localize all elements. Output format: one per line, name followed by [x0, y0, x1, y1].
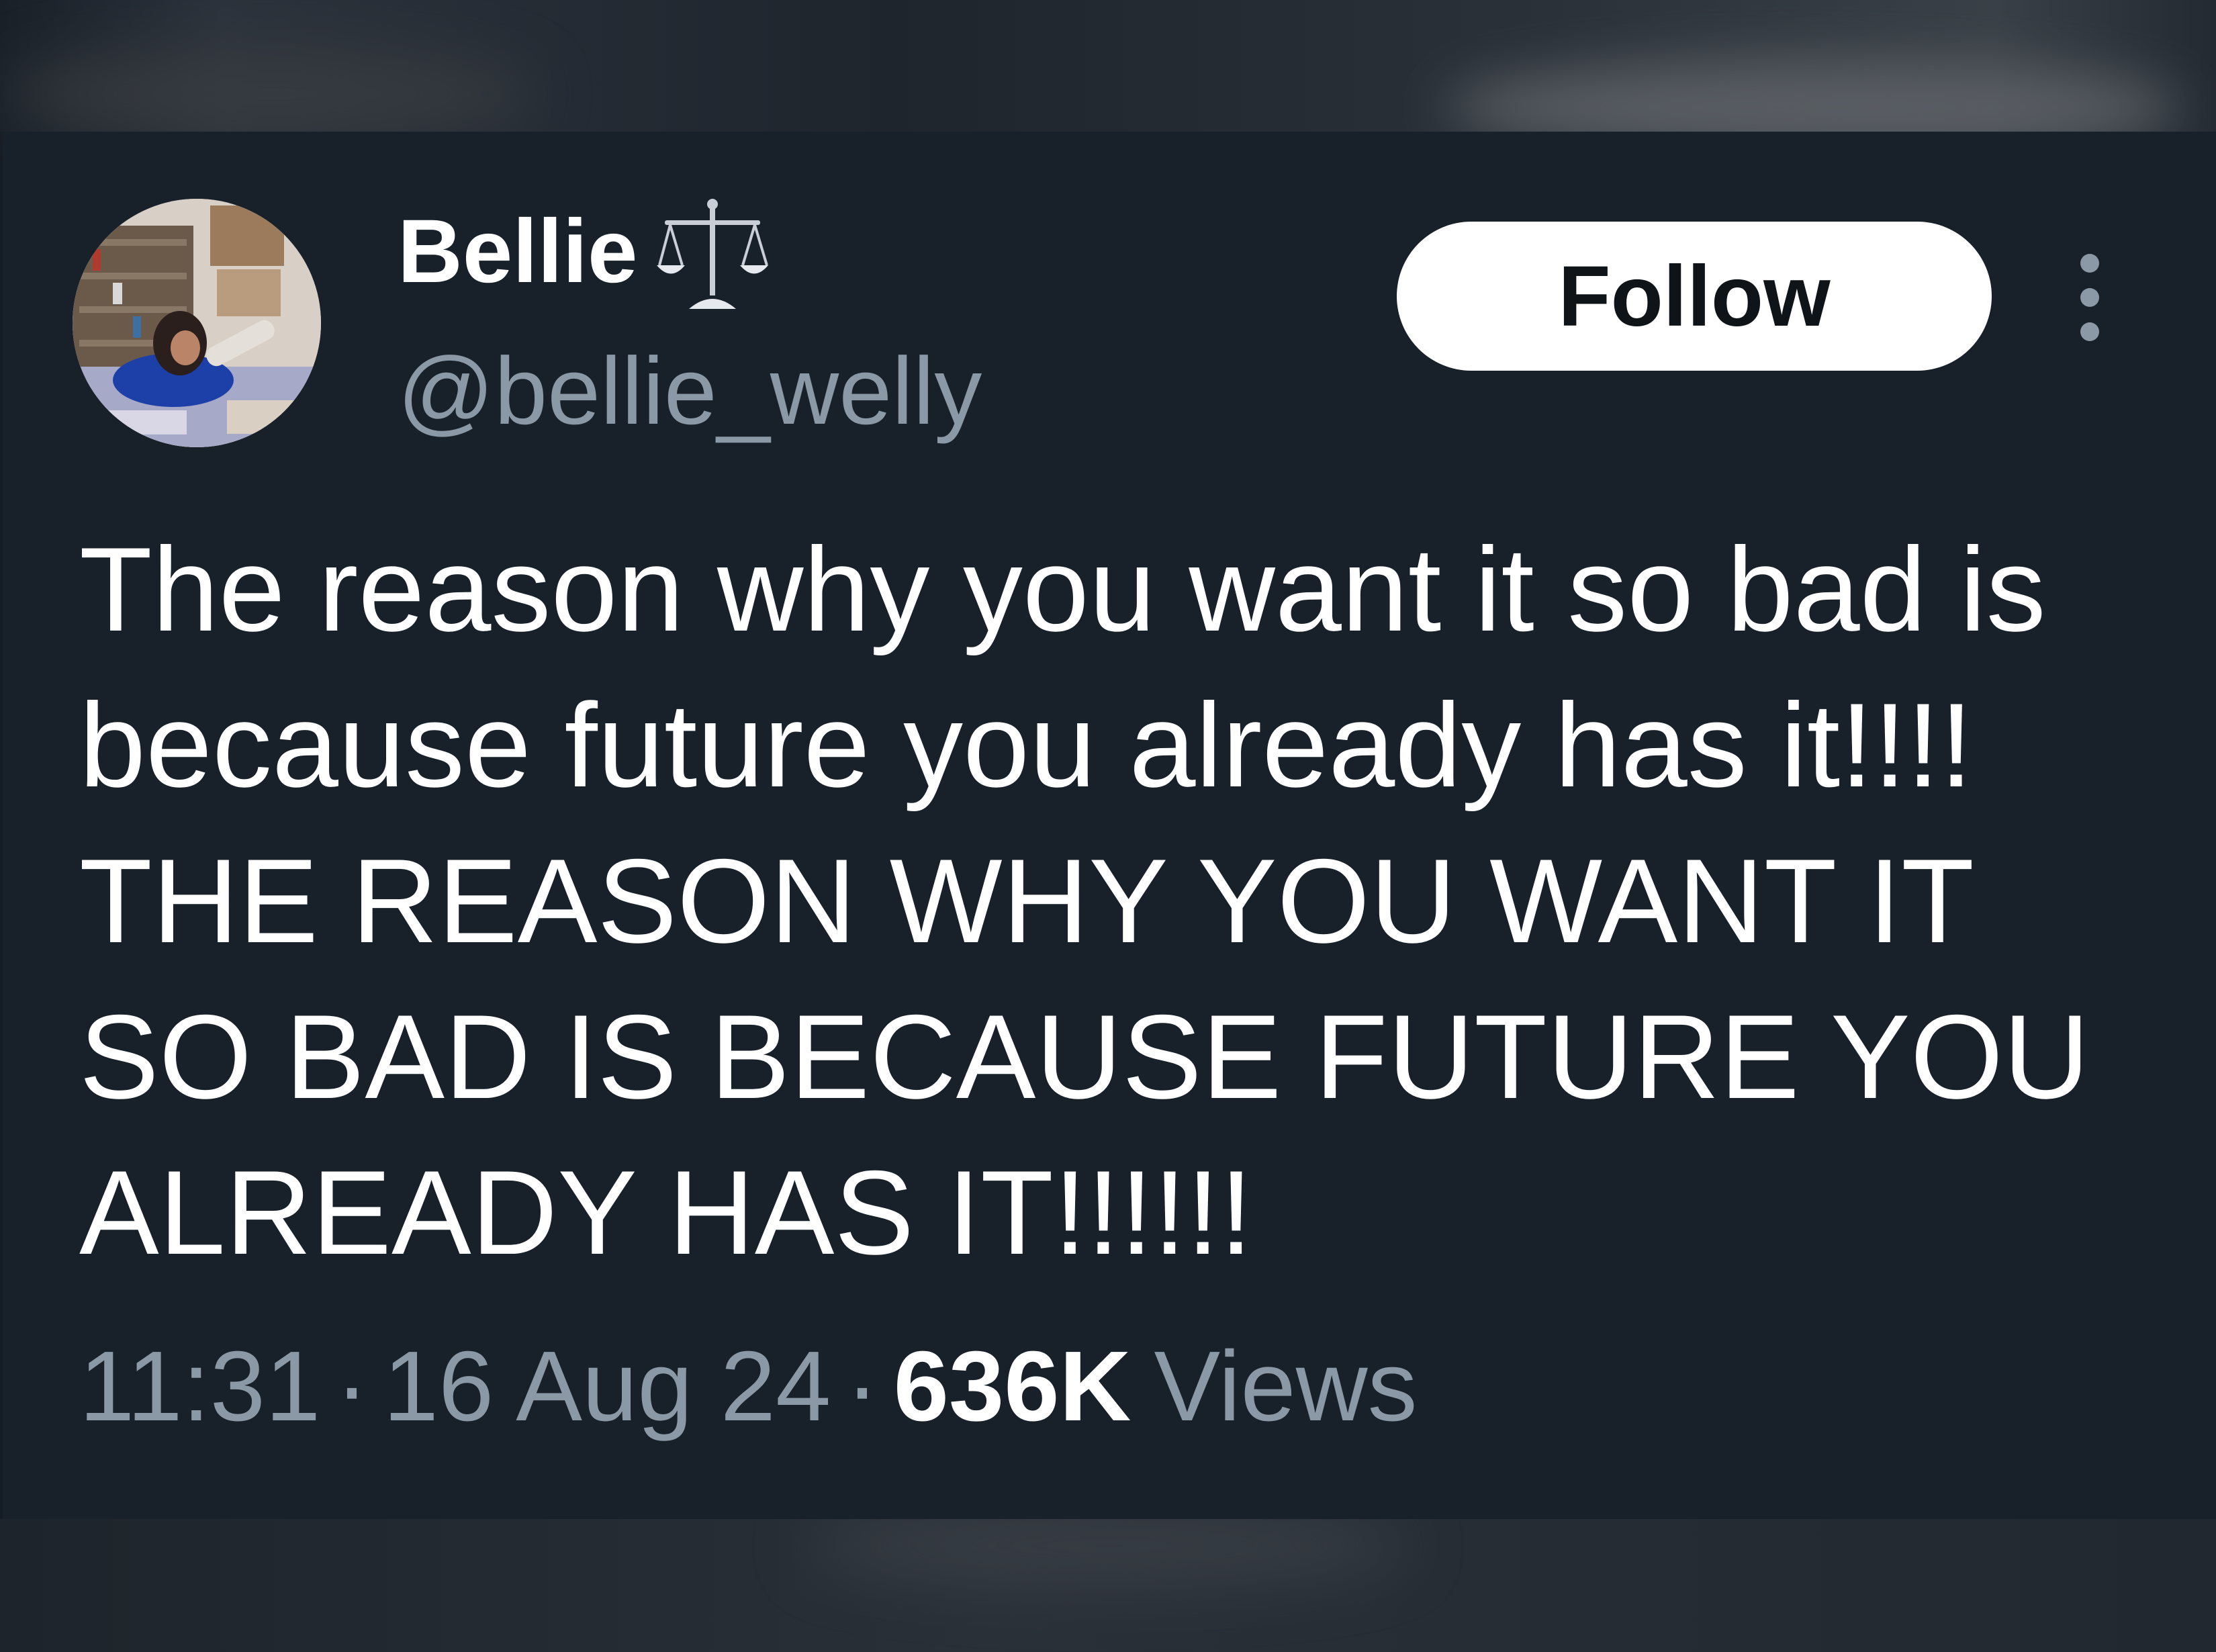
tweet-text-line: ALREADY HAS IT!!!!!!: [79, 1146, 1253, 1279]
author-handle[interactable]: @bellie_welly: [398, 344, 982, 439]
blurred-backdrop-bottom: [0, 1506, 2216, 1652]
tweet-text: The reason why you want it so bad is bec…: [79, 512, 2148, 1291]
meta-separator: ·: [845, 1331, 879, 1442]
tweet-date[interactable]: 16 Aug 24: [383, 1337, 831, 1436]
dot: [2080, 288, 2099, 307]
tweet-text-line: The reason why you want it so bad is: [79, 522, 2046, 656]
balance-scale-icon: [655, 195, 770, 316]
meta-separator: ·: [335, 1331, 369, 1442]
author-name-row[interactable]: Bellie: [398, 199, 770, 309]
dot: [2080, 254, 2099, 273]
tweet-text-line: THE REASON WHY YOU WANT IT: [79, 834, 1974, 968]
avatar[interactable]: [73, 199, 321, 447]
tweet-text-line: SO BAD IS BECAUSE FUTURE YOU: [79, 990, 2090, 1123]
views-count: 636K: [893, 1331, 1132, 1442]
backdrop-blur-shadow: [0, 47, 537, 141]
profile-photo-icon: [73, 199, 321, 447]
follow-button[interactable]: Follow: [1397, 222, 1992, 371]
dot: [2080, 322, 2099, 341]
tweet-meta: 11:31 · 16 Aug 24 · 636K Views: [79, 1330, 1418, 1444]
views-label: Views: [1154, 1331, 1418, 1442]
tweet-text-line: because future you already has it!!!!: [79, 678, 1974, 812]
more-options-icon[interactable]: [2068, 254, 2111, 341]
tweet-time[interactable]: 11:31: [79, 1337, 320, 1436]
blurred-backdrop-top: [0, 0, 2216, 154]
display-name[interactable]: Bellie: [398, 207, 638, 297]
